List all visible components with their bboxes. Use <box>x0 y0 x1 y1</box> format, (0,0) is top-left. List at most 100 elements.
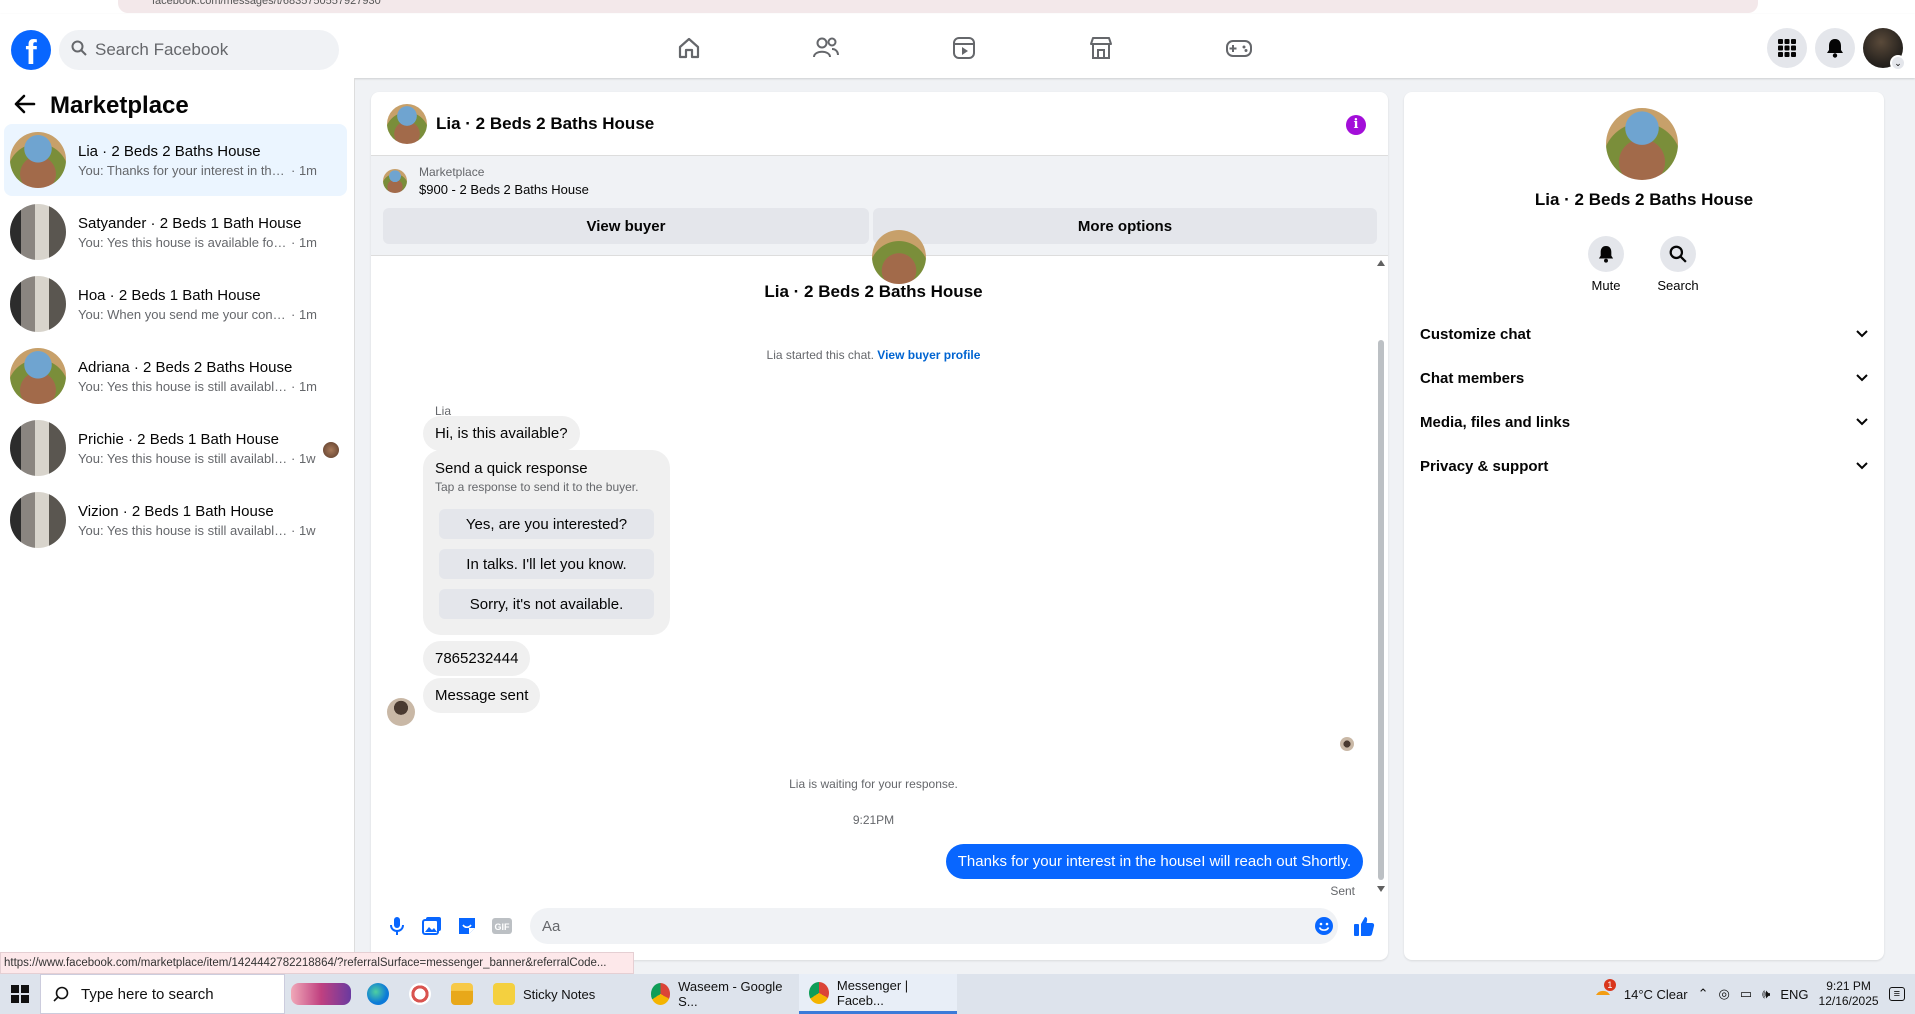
photo-icon[interactable] <box>420 914 444 938</box>
conversation-item[interactable]: Satyander · 2 Beds 1 Bath House You: Yes… <box>4 196 347 268</box>
weather-text[interactable]: 14°C Clear <box>1624 987 1688 1002</box>
conversation-item[interactable]: Prichie · 2 Beds 1 Bath House You: Yes t… <box>4 412 347 484</box>
quick-response-button[interactable]: Yes, are you interested? <box>439 509 654 539</box>
mute-action[interactable]: Mute <box>1576 236 1636 293</box>
conversation-thumbnail <box>10 420 66 476</box>
chat-title[interactable]: Lia · 2 Beds 2 Baths House <box>436 114 654 134</box>
view-buyer-button[interactable]: View buyer <box>383 208 869 244</box>
search-input[interactable] <box>95 40 325 60</box>
conversation-preview: You: Thanks for your interest in the h..… <box>78 162 288 178</box>
incoming-message: Message sent <box>423 678 541 713</box>
conversation-thumbnail <box>10 348 66 404</box>
conversation-name: Vizion · 2 Beds 1 Bath House <box>78 502 274 520</box>
sticker-icon[interactable] <box>455 914 479 938</box>
conversation-preview: You: Yes this house is still available f… <box>78 378 288 394</box>
file-explorer-icon[interactable] <box>441 974 483 1014</box>
gif-icon[interactable]: GIF <box>490 914 514 938</box>
search-action[interactable]: Search <box>1648 236 1708 293</box>
section-chat-members[interactable]: Chat members <box>1420 360 1868 396</box>
notifications-bell-icon[interactable] <box>1815 28 1855 68</box>
video-icon[interactable] <box>895 28 1033 68</box>
taskbar-app-label: Sticky Notes <box>523 986 596 1002</box>
emoji-icon[interactable] <box>1312 914 1336 938</box>
conversation-time: · 1m <box>291 306 317 322</box>
bell-icon[interactable] <box>1588 236 1624 272</box>
conversation-name: Satyander · 2 Beds 1 Bath House <box>78 214 302 232</box>
chevron-down-icon <box>1856 374 1868 382</box>
scrollbar[interactable] <box>1376 256 1386 896</box>
conversation-item[interactable]: Adriana · 2 Beds 2 Baths House You: Yes … <box>4 340 347 412</box>
back-arrow-icon[interactable] <box>14 94 36 119</box>
sender-avatar[interactable] <box>387 698 415 726</box>
quick-response-button[interactable]: Sorry, it's not available. <box>439 589 654 619</box>
listing-summary[interactable]: Marketplace $900 - 2 Beds 2 Baths House <box>383 165 589 197</box>
more-options-button[interactable]: More options <box>873 208 1377 244</box>
chevron-up-icon[interactable]: ⌃ <box>1698 986 1709 1002</box>
chat-avatar[interactable] <box>387 103 427 144</box>
chevron-down-icon[interactable]: ⌄ <box>1890 55 1906 71</box>
chrome-icon <box>651 983 671 1005</box>
details-avatar[interactable] <box>1606 108 1678 180</box>
chevron-down-icon <box>1856 462 1868 470</box>
notifications-icon[interactable]: ≡ <box>1888 987 1905 1001</box>
gaming-icon[interactable] <box>1170 28 1308 68</box>
search-highlight-icon[interactable] <box>285 974 357 1014</box>
conversation-time: · 1m <box>291 234 317 250</box>
meet-now-icon[interactable]: ◎ <box>1719 986 1730 1002</box>
scroll-down-arrow-icon[interactable] <box>1377 886 1385 892</box>
sidebar-header: Marketplace <box>14 92 189 120</box>
language-indicator[interactable]: ENG <box>1780 987 1808 1002</box>
seen-avatar <box>323 442 339 458</box>
section-privacy-support[interactable]: Privacy & support <box>1420 448 1868 484</box>
scroll-up-arrow-icon[interactable] <box>1377 260 1385 266</box>
browser-url-bar[interactable]: facebook.com/messages/t/6835750557927930 <box>118 0 1758 13</box>
search-icon[interactable] <box>1660 236 1696 272</box>
conversation-item[interactable]: Vizion · 2 Beds 1 Bath House You: Yes th… <box>4 484 347 556</box>
conversation-name: Hoa · 2 Beds 1 Bath House <box>78 286 261 304</box>
friends-icon[interactable] <box>758 28 896 68</box>
waiting-notice: Lia is waiting for your response. <box>789 777 958 791</box>
edge-icon[interactable] <box>357 974 399 1014</box>
microphone-icon[interactable] <box>385 914 409 938</box>
weather-icon[interactable]: 1 <box>1592 978 1616 1006</box>
conversation-time: · 1w <box>291 522 316 538</box>
profile-avatar[interactable]: ⌄ <box>1863 28 1906 71</box>
taskbar-search[interactable]: Type here to search <box>40 974 285 1014</box>
volume-icon[interactable]: 🕪 <box>1762 986 1770 1002</box>
chat-started-notice: Lia started this chat. View buyer profil… <box>371 348 1376 362</box>
scrollbar-thumb[interactable] <box>1378 340 1384 880</box>
snipping-tool-icon[interactable] <box>399 974 441 1014</box>
menu-grid-icon[interactable] <box>1767 28 1807 68</box>
section-media-files-links[interactable]: Media, files and links <box>1420 404 1868 440</box>
conversation-name: Adriana · 2 Beds 2 Baths House <box>78 358 293 376</box>
quick-response-title: Send a quick response <box>435 460 588 477</box>
search-box[interactable] <box>59 30 339 70</box>
message-input[interactable] <box>530 908 1338 944</box>
conversation-time: · 1m <box>291 378 317 394</box>
section-customize-chat[interactable]: Customize chat <box>1420 316 1868 352</box>
network-icon[interactable]: ▭ <box>1740 986 1752 1002</box>
conversation-item[interactable]: Lia · 2 Beds 2 Baths House You: Thanks f… <box>4 124 347 196</box>
browser-strip: facebook.com/messages/t/6835750557927930 <box>0 0 1915 14</box>
chevron-down-icon <box>1856 418 1868 426</box>
view-buyer-profile-link[interactable]: View buyer profile <box>877 348 980 362</box>
windows-start-icon[interactable] <box>0 974 40 1014</box>
conversation-name: Lia · 2 Beds 2 Baths House <box>78 142 261 160</box>
started-text: Lia started this chat. <box>766 348 874 362</box>
taskbar-app-chrome-google[interactable]: Waseem - Google S... <box>641 974 799 1014</box>
section-label: Customize chat <box>1420 325 1531 343</box>
details-name: Lia · 2 Beds 2 Baths House <box>1534 190 1754 209</box>
clock[interactable]: 9:21 PM 12/16/2025 <box>1819 979 1879 1009</box>
quick-response-button[interactable]: In talks. I'll let you know. <box>439 549 654 579</box>
conversation-preview: You: Yes this house is available for re.… <box>78 234 288 250</box>
conversation-item[interactable]: Hoa · 2 Beds 1 Bath House You: When you … <box>4 268 347 340</box>
marketplace-icon[interactable] <box>1033 28 1171 68</box>
search-icon <box>53 986 69 1002</box>
facebook-logo[interactable]: f <box>11 30 51 70</box>
taskbar-app-messenger[interactable]: Messenger | Faceb... <box>799 974 957 1014</box>
home-icon[interactable] <box>620 28 758 68</box>
thumbs-up-icon[interactable] <box>1352 914 1376 938</box>
taskbar-app-sticky-notes[interactable]: Sticky Notes <box>483 974 641 1014</box>
weather-badge: 1 <box>1603 978 1616 991</box>
info-icon[interactable]: i <box>1346 115 1366 135</box>
